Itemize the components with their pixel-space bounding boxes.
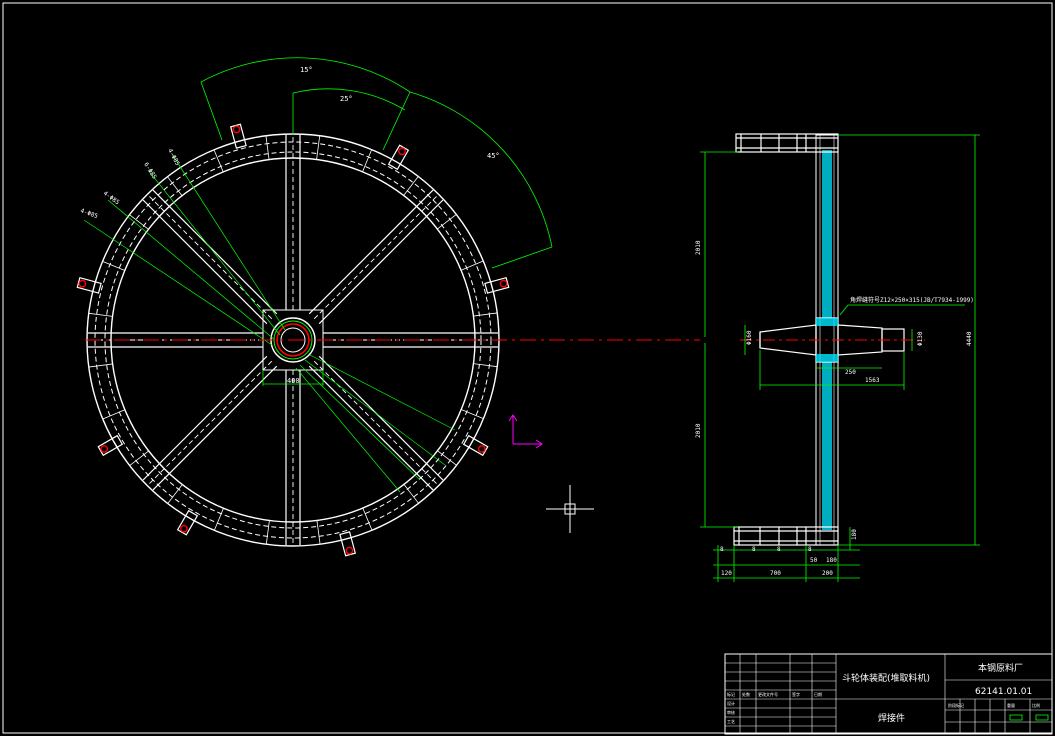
tb-stage: 阶段标记 [948,702,964,708]
weld-strip-lower [822,362,832,530]
tb-review: 审核 [727,709,735,715]
drawing-background [0,0,1055,736]
hub-weld-bottom [816,354,838,362]
angle-label-45: 45° [487,152,500,160]
company-name: 本钢原料厂 [978,662,1023,674]
bottom-dim-0: 8 [720,546,724,553]
dim-lower-height: 2010 [695,423,702,438]
bottom-dim-200: 200 [822,570,833,577]
tb-count: 处数 [742,691,750,697]
drawing-number: 62141.01.01 [975,687,1032,697]
bottom-dim-180b: 180 [826,557,837,564]
bottom-dim-120: 120 [721,570,732,577]
dim-upper-height: 2010 [695,240,702,255]
tb-change: 更改文件号 [758,691,778,697]
angle-label-25: 25° [340,95,353,103]
material-label: 焊接件 [878,712,905,724]
tb-weight: 重量 [1007,702,1015,708]
dim-180: 180 [851,529,858,540]
weld-strip-upper [822,150,832,318]
tb-scale: 比例 [1032,702,1040,708]
tb-design: 设计 [727,700,735,706]
dim-1563: 1563 [865,377,880,384]
cad-drawing-canvas[interactable]: 15° 25° 45° 4-Φ85 6-Φ85 4-Φ85 4-Φ85 400 [0,0,1055,736]
tb-sign: 签字 [792,691,800,697]
bottom-dim-3: 8 [808,546,812,553]
dim-hub-right: Φ130 [917,331,924,346]
bottom-dim-1: 8 [752,546,756,553]
bottom-dim-50: 50 [810,557,818,564]
tb-process: 工艺 [727,719,735,724]
weld-note: 角焊缝符号Z12×250×315(JB/T7934-1999) [850,296,974,304]
bottom-dim-2: 8 [777,546,781,553]
hub-dimension-label: 400 [287,377,300,385]
dim-250: 250 [845,369,856,376]
tb-mark: 标记 [727,691,735,697]
drawing-title: 斗轮体装配(堆取料机) [842,672,930,684]
dim-hub-left: Φ160 [746,330,753,345]
dim-overall-height: 4440 [966,331,973,346]
tb-date: 日期 [814,691,822,697]
angle-label-15: 15° [300,66,313,74]
hub-weld-top [816,318,838,326]
bottom-dim-700: 700 [770,570,781,577]
